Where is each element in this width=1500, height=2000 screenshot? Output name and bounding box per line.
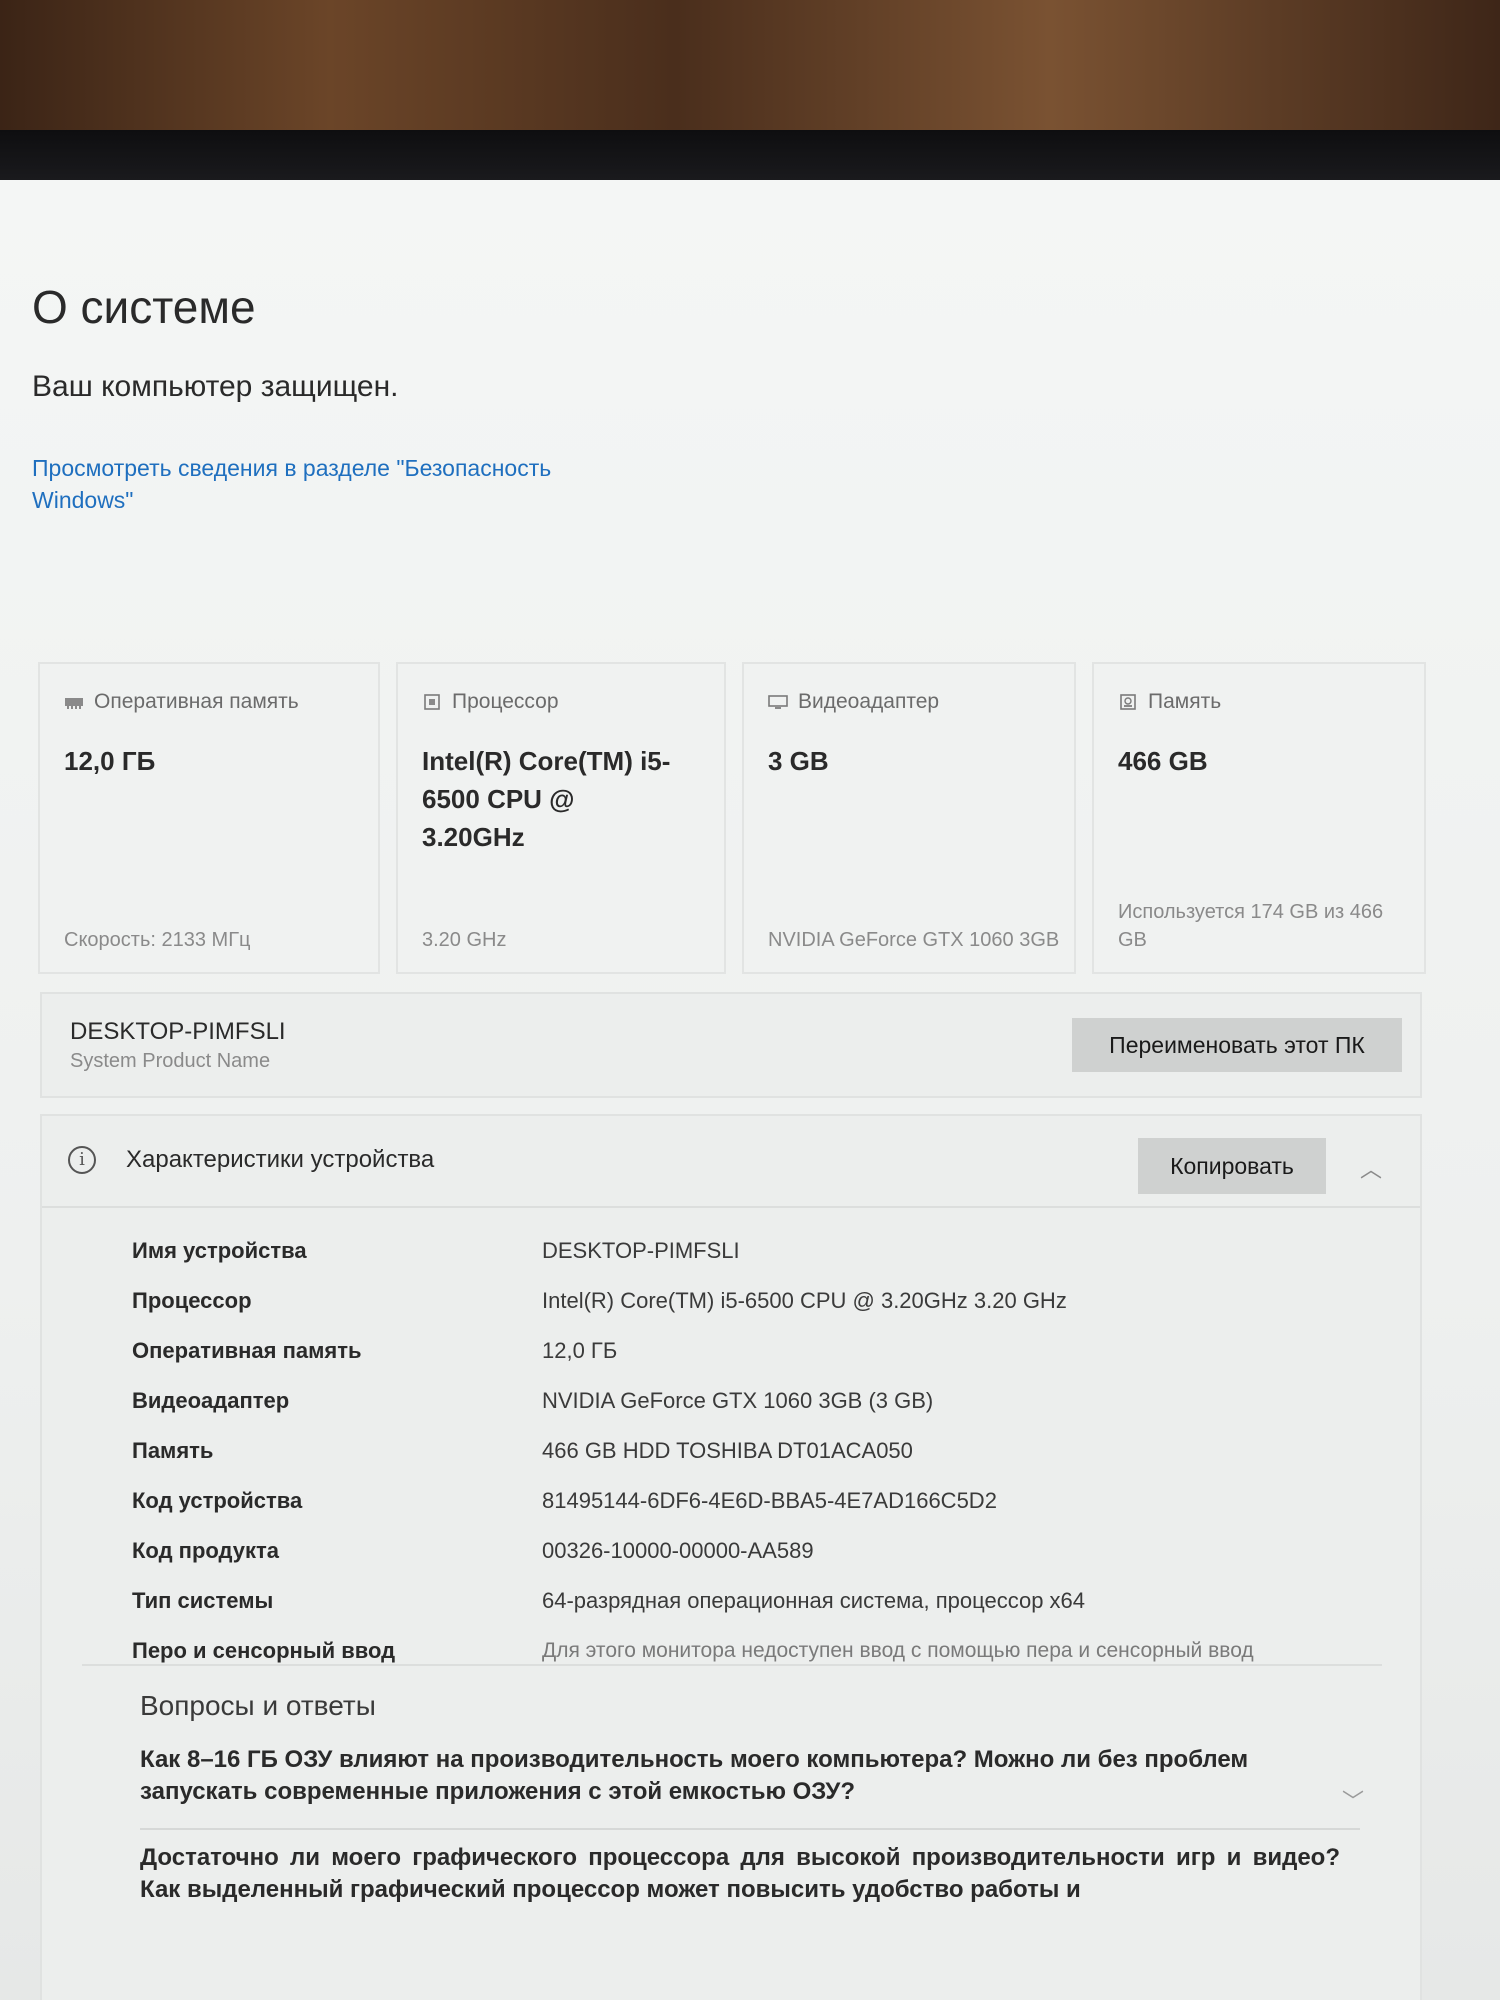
drive-icon	[1120, 694, 1136, 710]
ram-label: Оперативная память	[94, 690, 299, 713]
security-link[interactable]: Просмотреть сведения в разделе "Безопасн…	[32, 452, 612, 516]
chevron-up-icon[interactable]: ︿	[1360, 1152, 1382, 1184]
copy-button[interactable]: Копировать	[1138, 1138, 1326, 1194]
monitor-bezel	[0, 130, 1500, 180]
rename-panel: DESKTOP-PIMFSLI System Product Name Пере…	[40, 992, 1422, 1098]
gpu-card: Видеоадаптер 3 GB NVIDIA GeForce GTX 106…	[742, 662, 1076, 974]
spec-row: Видеоадаптер NVIDIA GeForce GTX 1060 3GB…	[132, 1386, 1382, 1436]
faq-divider	[82, 1664, 1382, 1666]
spec-value: 64-разрядная операционная система, проце…	[542, 1588, 1086, 1613]
storage-usage: Используется 174 GB из 466 GB	[1118, 901, 1384, 951]
gpu-value: 3 GB	[768, 746, 829, 776]
chevron-down-icon[interactable]: ﹀	[1342, 1784, 1364, 1816]
spec-value: 466 GB HDD TOSHIBA DT01ACA050	[542, 1438, 913, 1463]
ram-icon	[65, 698, 83, 709]
spec-row: Память 466 GB HDD TOSHIBA DT01ACA050	[132, 1436, 1382, 1486]
spec-label: Тип системы	[132, 1588, 274, 1613]
cpu-icon	[424, 694, 440, 710]
spec-label: Код устройства	[132, 1488, 303, 1513]
spec-label: Перо и сенсорный ввод	[132, 1638, 396, 1663]
spec-label: Процессор	[132, 1288, 252, 1313]
storage-value: 466 GB	[1118, 746, 1208, 776]
spec-row: Код устройства 81495144-6DF6-4E6D-BBA5-4…	[132, 1486, 1382, 1536]
spec-row: Код продукта 00326-10000-00000-AA589	[132, 1536, 1382, 1586]
spec-value: DESKTOP-PIMFSLI	[542, 1238, 740, 1263]
gpu-label: Видеоадаптер	[798, 690, 940, 713]
cpu-card: Процессор Intel(R) Core(TM) i5-6500 CPU …	[396, 662, 726, 974]
device-specs-panel: i Характеристики устройства Копировать ︿…	[40, 1114, 1422, 2000]
spec-label: Оперативная память	[132, 1338, 362, 1363]
faq-question[interactable]: Как 8–16 ГБ ОЗУ влияют на производительн…	[140, 1744, 1340, 1808]
spec-rows: Имя устройства DESKTOP-PIMFSLI Процессор…	[132, 1236, 1382, 1706]
spec-row: Процессор Intel(R) Core(TM) i5-6500 CPU …	[132, 1286, 1382, 1336]
spec-row: Имя устройства DESKTOP-PIMFSLI	[132, 1236, 1382, 1286]
spec-label: Видеоадаптер	[132, 1388, 290, 1413]
gpu-model: NVIDIA GeForce GTX 1060 3GB	[768, 929, 1060, 951]
monitor-icon	[768, 695, 788, 709]
faq-title: Вопросы и ответы	[140, 1690, 376, 1721]
cpu-label: Процессор	[452, 690, 559, 713]
spec-row: Тип системы 64-разрядная операционная си…	[132, 1586, 1382, 1636]
settings-screen: О системе Ваш компьютер защищен. Просмот…	[0, 180, 1500, 2000]
spec-label: Память	[132, 1438, 214, 1463]
spec-value: 81495144-6DF6-4E6D-BBA5-4E7AD166C5D2	[542, 1488, 997, 1513]
faq-question[interactable]: Достаточно ли моего графического процесс…	[140, 1842, 1340, 1906]
storage-card: Память 466 GB Используется 174 GB из 466…	[1092, 662, 1426, 974]
ram-value: 12,0 ГБ	[64, 746, 156, 776]
spec-value: Intel(R) Core(TM) i5-6500 CPU @ 3.20GHz …	[542, 1288, 1067, 1313]
specs-title: Характеристики устройства	[126, 1146, 435, 1173]
spec-value: NVIDIA GeForce GTX 1060 3GB (3 GB)	[542, 1388, 934, 1413]
ram-speed: Скорость: 2133 МГц	[64, 929, 251, 951]
device-name: DESKTOP-PIMFSLI	[70, 1018, 286, 1045]
ram-card: Оперативная память 12,0 ГБ Скорость: 213…	[38, 662, 380, 974]
spec-value: Для этого монитора недоступен ввод с пом…	[542, 1639, 1254, 1662]
page-title: О системе	[32, 281, 256, 333]
specs-header[interactable]: i Характеристики устройства Копировать ︿	[42, 1116, 1420, 1208]
cpu-speed: 3.20 GHz	[422, 929, 507, 951]
storage-label: Память	[1148, 690, 1222, 713]
cpu-value: Intel(R) Core(TM) i5-6500 CPU @ 3.20GHz	[422, 746, 671, 852]
rename-pc-button[interactable]: Переименовать этот ПК	[1072, 1018, 1402, 1072]
info-icon: i	[68, 1146, 96, 1174]
system-product-name: System Product Name	[70, 1050, 271, 1072]
spec-value: 12,0 ГБ	[542, 1338, 618, 1363]
spec-row: Оперативная память 12,0 ГБ	[132, 1336, 1382, 1386]
spec-value: 00326-10000-00000-AA589	[542, 1538, 814, 1563]
protection-status: Ваш компьютер защищен.	[32, 370, 399, 403]
spec-label: Код продукта	[132, 1538, 280, 1563]
spec-label: Имя устройства	[132, 1238, 307, 1263]
background-wall	[0, 0, 1500, 135]
faq-separator	[140, 1828, 1360, 1830]
